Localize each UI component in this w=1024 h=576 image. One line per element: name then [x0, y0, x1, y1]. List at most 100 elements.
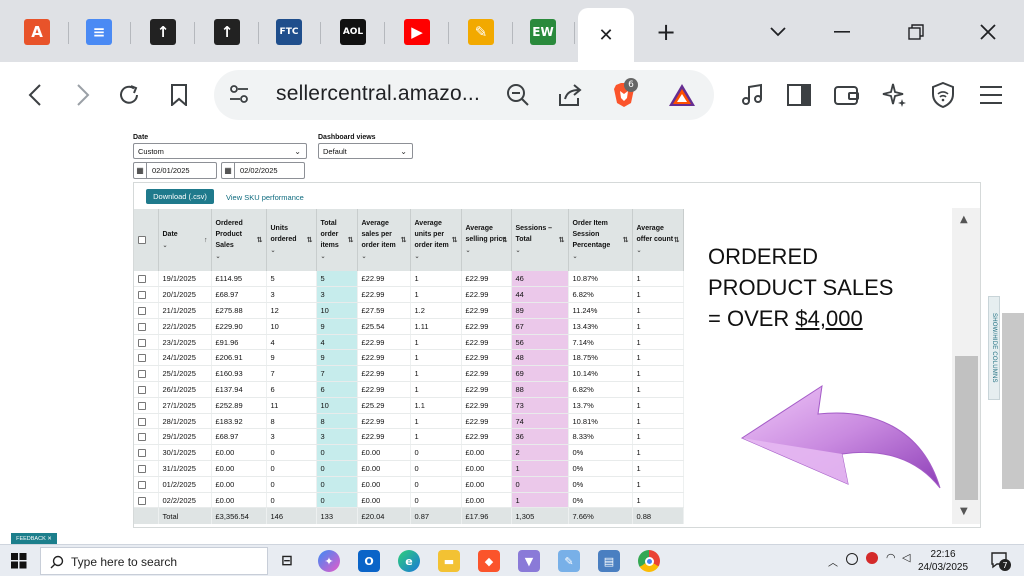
row-checkbox[interactable]	[138, 338, 146, 347]
row-checkbox[interactable]	[138, 291, 146, 300]
tray-chevron-icon[interactable]: ︿	[828, 554, 838, 569]
column-header[interactable]: Average selling price ⌄ ⇅	[461, 209, 512, 271]
column-header[interactable]: Date ⌄ ↑	[158, 209, 212, 271]
column-header[interactable]: Average sales per order item ⌄ ⇅	[357, 209, 411, 271]
sidebar-icon[interactable]	[782, 78, 816, 112]
tray-clock-icon[interactable]	[846, 553, 858, 565]
column-menu-icon[interactable]: ⌄	[163, 241, 207, 252]
row-checkbox[interactable]	[138, 275, 146, 284]
select-all-checkbox[interactable]	[138, 235, 146, 244]
url-text[interactable]: sellercentral.amazo...	[276, 82, 480, 106]
minimize-icon[interactable]	[824, 16, 860, 48]
row-checkbox[interactable]	[138, 307, 146, 315]
column-menu-icon[interactable]: ⌄	[466, 246, 507, 257]
page-scrollbar-thumb[interactable]	[1002, 313, 1024, 489]
feedback-button[interactable]: FEEDBACK ✕	[11, 533, 57, 544]
back-icon[interactable]	[18, 78, 52, 112]
sort-icon[interactable]: ⇅	[452, 235, 458, 246]
forward-icon[interactable]	[66, 78, 100, 112]
row-checkbox[interactable]	[138, 417, 146, 426]
brave-shields-icon[interactable]: 6	[612, 78, 638, 108]
sort-icon[interactable]: ⇅	[348, 235, 354, 246]
row-checkbox[interactable]	[138, 496, 146, 505]
brave-rewards-icon[interactable]	[668, 83, 696, 111]
reload-icon[interactable]	[112, 78, 146, 112]
share-icon[interactable]	[557, 82, 583, 112]
column-header[interactable]: Total order items ⌄ ⇅	[316, 209, 358, 271]
tab-youtube[interactable]: ▶	[390, 8, 449, 56]
notepad-icon[interactable]: ▤	[598, 550, 620, 572]
sort-icon[interactable]: ⇅	[502, 235, 508, 246]
brave-taskbar-icon[interactable]: ◆	[478, 550, 500, 572]
calendar-icon[interactable]: ▦	[134, 163, 147, 178]
column-menu-icon[interactable]: ⌄	[573, 252, 628, 263]
column-header[interactable]: Average units per order item ⌄ ⇅	[410, 209, 462, 271]
column-header[interactable]: Units ordered ⌄ ⇅	[266, 209, 317, 271]
table-scrollbar[interactable]: ▲ ▼	[952, 208, 980, 524]
active-tab[interactable]: ✕	[578, 8, 634, 62]
leo-ai-icon[interactable]	[878, 78, 912, 112]
row-checkbox[interactable]	[138, 480, 146, 489]
copilot-icon[interactable]: ✦	[318, 550, 340, 572]
paint-icon[interactable]: ✎	[558, 550, 580, 572]
tab-search-chevron-icon[interactable]	[760, 16, 796, 48]
taskbar-clock[interactable]: 22:16 24/03/2025	[918, 548, 968, 574]
sort-icon[interactable]: ↑	[204, 235, 208, 246]
start-date-field[interactable]: ▦ 02/01/2025	[133, 162, 217, 179]
sort-icon[interactable]: ⇅	[623, 235, 629, 246]
tab-a[interactable]: A	[10, 8, 69, 56]
page-scrollbar[interactable]	[1002, 128, 1024, 544]
wallet-icon[interactable]	[830, 78, 864, 112]
menu-icon[interactable]	[974, 78, 1008, 112]
column-menu-icon[interactable]: ⌄	[321, 252, 353, 263]
sort-icon[interactable]: ⇅	[257, 235, 263, 246]
column-header[interactable]: Sessions – Total ⌄ ⇅	[511, 209, 569, 271]
scroll-up-icon[interactable]: ▲	[960, 214, 968, 225]
row-checkbox[interactable]	[138, 401, 146, 410]
close-window-icon[interactable]	[970, 16, 1006, 48]
windows-start-icon[interactable]	[11, 553, 27, 573]
column-menu-icon[interactable]: ⌄	[516, 246, 564, 257]
new-tab-button[interactable]: +	[648, 16, 684, 48]
vpn-shield-icon[interactable]	[926, 78, 960, 112]
address-bar[interactable]: sellercentral.amazo... 6	[214, 70, 714, 120]
tab-ftc[interactable]: FTC	[262, 8, 321, 56]
sort-icon[interactable]: ⇅	[401, 235, 407, 246]
tab-stocks-2[interactable]: ↑	[200, 8, 259, 56]
download-csv-button[interactable]: Download (.csv)	[146, 189, 214, 204]
row-checkbox[interactable]	[138, 449, 146, 458]
column-header[interactable]: Average offer count ⌄ ⇅	[632, 209, 684, 271]
tab-fire[interactable]: ✎	[454, 8, 513, 56]
column-menu-icon[interactable]: ⌄	[271, 246, 312, 257]
close-tab-icon[interactable]: ✕	[598, 25, 613, 46]
row-checkbox[interactable]	[138, 354, 146, 363]
tab-ew[interactable]: EW	[516, 8, 575, 56]
row-checkbox[interactable]	[138, 322, 146, 331]
taskbar-search[interactable]: Type here to search	[40, 547, 268, 575]
scroll-down-icon[interactable]: ▼	[960, 506, 968, 517]
volume-icon[interactable]: ◁	[902, 551, 910, 564]
column-header[interactable]: Order Item Session Percentage ⌄ ⇅	[568, 209, 633, 271]
file-explorer-icon[interactable]: ▬	[438, 550, 460, 572]
view-sku-performance-link[interactable]: View SKU performance	[226, 193, 304, 202]
media-music-icon[interactable]	[736, 78, 770, 112]
zoom-out-icon[interactable]	[506, 83, 530, 111]
restore-icon[interactable]	[898, 16, 934, 48]
sort-icon[interactable]: ⇅	[307, 235, 313, 246]
dashboard-views-select[interactable]: Default ⌄	[318, 143, 413, 159]
chrome-icon[interactable]	[638, 550, 660, 572]
column-menu-icon[interactable]: ⌄	[637, 246, 679, 257]
row-checkbox[interactable]	[138, 464, 146, 473]
outlook-icon[interactable]: O	[358, 550, 380, 572]
column-menu-icon[interactable]: ⌄	[415, 252, 457, 263]
edge-icon[interactable]: e	[398, 550, 420, 572]
row-checkbox[interactable]	[138, 385, 146, 394]
scrollbar-thumb[interactable]	[955, 356, 978, 500]
task-view-icon[interactable]: ⊟	[276, 550, 298, 572]
tray-alert-icon[interactable]	[866, 552, 878, 564]
calendar-icon[interactable]: ▦	[222, 163, 235, 178]
tab-stocks-1[interactable]: ↑	[136, 8, 195, 56]
notification-icon[interactable]: 7	[990, 551, 1011, 571]
column-menu-icon[interactable]: ⌄	[362, 252, 406, 263]
row-checkbox[interactable]	[138, 370, 146, 379]
